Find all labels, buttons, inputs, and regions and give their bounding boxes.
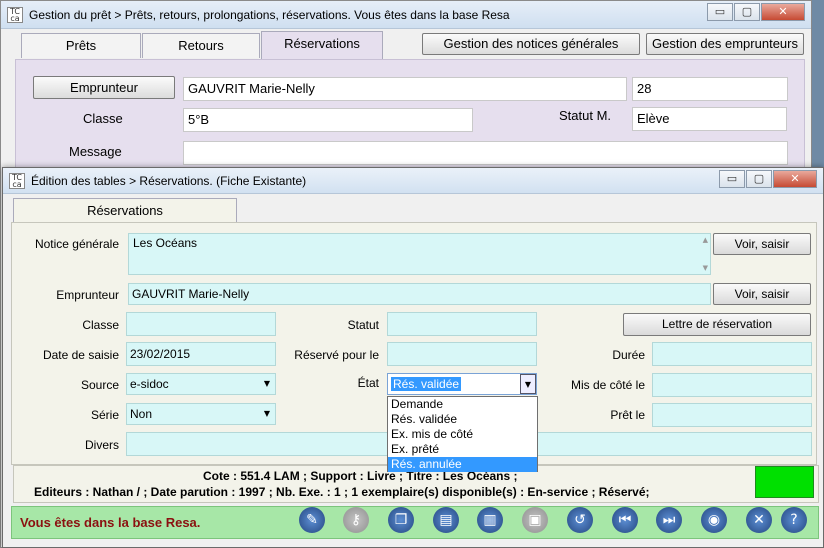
copy-icon[interactable]: ❐ [388, 507, 414, 533]
front-close-button[interactable]: ✕ [773, 170, 817, 188]
serie-chevron-down-icon[interactable]: ▼ [259, 404, 275, 424]
mis-de-cote-field[interactable] [652, 373, 812, 397]
etat-option-demande[interactable]: Demande [388, 397, 537, 412]
save-icon[interactable]: ▣ [522, 507, 548, 533]
chevron-down-icon[interactable]: ▼ [259, 374, 275, 394]
voir-saisir-notice-button[interactable]: Voir, saisir [713, 233, 811, 255]
statut-field[interactable] [387, 312, 537, 336]
close-icon[interactable]: ✕ [746, 507, 772, 533]
app-icon: TC ca [7, 6, 23, 23]
serie-value: Non [130, 407, 153, 421]
last-record-icon[interactable]: ⏭ [656, 507, 682, 533]
back-maximize-button[interactable]: ▢ [734, 3, 760, 21]
duree-label: Durée [612, 348, 645, 362]
mis-de-cote-label: Mis de côté le [570, 378, 645, 392]
etat-label: État [357, 376, 379, 390]
voir-saisir-emprunteur-button[interactable]: Voir, saisir [713, 283, 811, 305]
notice-field[interactable]: Les Océans ▲ ▼ [128, 233, 711, 275]
tab-reservations[interactable]: Réservations [261, 31, 383, 59]
info-line-2: Editeurs : Nathan / ; Date parution : 19… [34, 485, 650, 499]
duree-field[interactable] [652, 342, 812, 366]
status-message: Vous êtes dans la base Resa. [20, 515, 201, 530]
serie-label: Série [90, 408, 119, 422]
source-value: e-sidoc [130, 377, 169, 391]
reserve-pour-field[interactable] [387, 342, 537, 366]
note-icon[interactable]: ▤ [433, 507, 459, 533]
status-bar: Vous êtes dans la base Resa. [11, 506, 819, 539]
front-maximize-button[interactable]: ▢ [746, 170, 772, 188]
notice-label: Notice générale [34, 237, 119, 251]
reserve-pour-label: Réservé pour le [294, 348, 379, 362]
lettre-reservation-button[interactable]: Lettre de réservation [623, 313, 811, 336]
emprunteur-label: Emprunteur [56, 288, 119, 302]
etat-option-annulee[interactable]: Rés. annulée [388, 457, 537, 472]
etat-dropdown-list: Demande Rés. validée Ex. mis de côté Ex.… [387, 396, 538, 472]
emprunteur-field[interactable]: GAUVRIT Marie-Nelly [183, 77, 627, 101]
date-saisie-label: Date de saisie [42, 348, 119, 362]
etat-option-prete[interactable]: Ex. prêté [388, 442, 537, 457]
tab-retours[interactable]: Retours [142, 33, 260, 58]
availability-indicator [755, 466, 814, 498]
help-icon[interactable]: ? [781, 507, 807, 533]
back-titlebar: TC ca Gestion du prêt > Prêts, retours, p… [1, 1, 811, 29]
classe-field[interactable]: 5°B [183, 108, 473, 132]
tab-prets[interactable]: Prêts [21, 33, 141, 58]
source-label: Source [80, 378, 119, 392]
notices-generales-button[interactable]: Gestion des notices générales [422, 33, 640, 55]
back-minimize-button[interactable]: ▭ [707, 3, 733, 21]
scroll-down-icon[interactable]: ▼ [703, 264, 708, 272]
statut-label: Statut [347, 318, 379, 332]
front-window: TC ca Édition des tables > Réservations. … [2, 167, 824, 548]
front-window-title: Édition des tables > Réservations. (Fich… [31, 173, 307, 188]
date-saisie-field[interactable]: 23/02/2015 [126, 342, 276, 366]
message-field[interactable] [183, 141, 788, 165]
view-icon[interactable]: ◉ [701, 507, 727, 533]
etat-option-mis-de-cote[interactable]: Ex. mis de côté [388, 427, 537, 442]
front-classe-field[interactable] [126, 312, 276, 336]
front-minimize-button[interactable]: ▭ [719, 170, 745, 188]
serie-combo[interactable]: Non ▼ [126, 403, 276, 425]
front-titlebar: TC ca Édition des tables > Réservations. … [3, 168, 823, 194]
emprunteur-button[interactable]: Emprunteur [33, 76, 175, 99]
first-record-icon[interactable]: ⏮ [612, 507, 638, 533]
front-tab-reservations[interactable]: Réservations [13, 198, 237, 223]
prete-field[interactable] [652, 403, 812, 427]
scroll-up-icon[interactable]: ▲ [703, 236, 708, 244]
key-icon[interactable]: ⚷ [343, 507, 369, 533]
emprunteurs-button[interactable]: Gestion des emprunteurs [646, 33, 804, 55]
emprunteur-number-field[interactable]: 28 [632, 77, 788, 101]
etat-option-validee[interactable]: Rés. validée [388, 412, 537, 427]
etat-combo[interactable]: Rés. validée ▼ [387, 373, 537, 395]
notice-value: Les Océans [133, 236, 198, 250]
back-window-title: Gestion du prêt > Prêts, retours, prolon… [29, 7, 510, 22]
statut-m-label: Statut M. [559, 108, 612, 123]
trash-icon[interactable]: ▥ [477, 507, 503, 533]
divers-label: Divers [84, 438, 119, 452]
front-app-icon: TC ca [9, 172, 25, 189]
undo-icon[interactable]: ↺ [567, 507, 593, 533]
prete-label: Prêt le [610, 408, 645, 422]
classe-label: Classe [83, 111, 123, 126]
back-close-button[interactable]: ✕ [761, 3, 805, 21]
edit-icon[interactable]: ✎ [299, 507, 325, 533]
message-label: Message [69, 144, 122, 159]
statut-m-field[interactable]: Elève [632, 107, 787, 131]
etat-chevron-down-icon[interactable]: ▼ [520, 374, 536, 394]
etat-value: Rés. validée [391, 377, 462, 391]
front-classe-label: Classe [82, 318, 119, 332]
source-combo[interactable]: e-sidoc ▼ [126, 373, 276, 395]
front-emprunteur-field[interactable]: GAUVRIT Marie-Nelly [128, 283, 711, 305]
